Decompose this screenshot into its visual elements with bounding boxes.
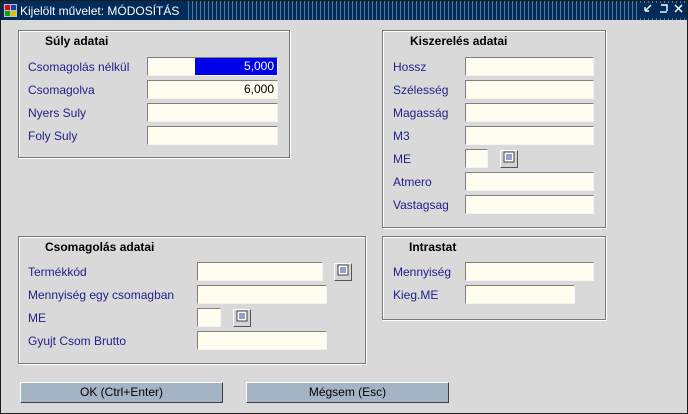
app-icon: [3, 4, 17, 18]
title-wrap: Kijelölt művelet: MÓDOSÍTÁS: [1, 1, 186, 20]
csomagolva-field[interactable]: 6,000: [147, 80, 278, 99]
kiszereles-me-list-button[interactable]: [500, 150, 518, 168]
foly-suly-field[interactable]: [147, 126, 278, 145]
intrastat-panel-title: Intrastat: [409, 240, 457, 254]
hossz-field[interactable]: [465, 57, 594, 76]
csomagolas-me-field[interactable]: [197, 308, 221, 327]
dialog-window: Kijelölt művelet: MÓDOSÍTÁS Súly adatai …: [0, 0, 688, 414]
window-controls: [640, 3, 685, 18]
kiszereles-label-atmero: Atmero: [393, 175, 432, 189]
csomagolas-nelkul-field[interactable]: 5,000: [147, 57, 278, 76]
maximize-icon[interactable]: [656, 3, 670, 17]
csomagolas-label-mennyiseg: Mennyiség egy csomagban: [28, 288, 175, 302]
m3-field[interactable]: [465, 126, 594, 145]
title-bar[interactable]: Kijelölt művelet: MÓDOSÍTÁS: [1, 1, 687, 20]
minimize-icon[interactable]: [641, 3, 655, 17]
kieg-me-field[interactable]: [465, 285, 575, 304]
cancel-button[interactable]: Mégsem (Esc): [246, 382, 449, 403]
atmero-field[interactable]: [465, 172, 594, 191]
csomagolas-label-termekkod: Termékkód: [28, 265, 87, 279]
csomagolas-panel-title: Csomagolás adatai: [45, 240, 155, 254]
csomagolas-label-gyujt-csom-brutto: Gyujt Csom Brutto: [28, 334, 127, 348]
window-title: Kijelölt művelet: MÓDOSÍTÁS: [20, 3, 180, 18]
szelesseg-field[interactable]: [465, 80, 594, 99]
gyujt-csom-brutto-field[interactable]: [197, 331, 327, 350]
csomagolas-me-list-button[interactable]: [233, 309, 251, 327]
mennyiseg-egy-csomagban-field[interactable]: [197, 285, 327, 304]
list-icon: [236, 309, 248, 327]
kiszereles-label-me: ME: [393, 152, 411, 166]
suly-label-csomagolva: Csomagolva: [28, 83, 95, 97]
intrastat-mennyiseg-field[interactable]: [465, 262, 594, 281]
ok-button[interactable]: OK (Ctrl+Enter): [20, 382, 223, 403]
csomagolas-nelkul-value: 5,000: [195, 58, 277, 75]
csomagolas-label-me: ME: [28, 311, 46, 325]
kiszereles-me-field[interactable]: [465, 149, 488, 168]
kiszereles-label-vastagsag: Vastagsag: [393, 198, 449, 212]
nyers-suly-field[interactable]: [147, 103, 278, 122]
kiszereles-label-szelesseg: Szélesség: [393, 83, 449, 97]
suly-label-foly-suly: Foly Suly: [28, 129, 78, 143]
termekkod-field[interactable]: [197, 262, 323, 281]
kiszereles-panel-title: Kiszerelés adatai: [410, 34, 508, 48]
vastagsag-field[interactable]: [465, 195, 594, 214]
suly-label-csomagolas-nelkul: Csomagolás nélkül: [28, 60, 130, 74]
kiszereles-label-magassag: Magasság: [393, 106, 449, 120]
suly-label-nyers-suly: Nyers Suly: [28, 106, 87, 120]
kiszereles-label-m3: M3: [393, 129, 410, 143]
close-icon[interactable]: [671, 3, 685, 17]
list-icon: [503, 150, 515, 168]
intrastat-label-kieg-me: Kieg.ME: [393, 288, 439, 302]
list-icon: [337, 263, 349, 281]
magassag-field[interactable]: [465, 103, 594, 122]
intrastat-label-mennyiseg: Mennyiség: [393, 265, 452, 279]
kiszereles-label-hossz: Hossz: [393, 60, 427, 74]
termekkod-list-button[interactable]: [334, 263, 352, 281]
suly-panel-title: Súly adatai: [45, 34, 109, 48]
